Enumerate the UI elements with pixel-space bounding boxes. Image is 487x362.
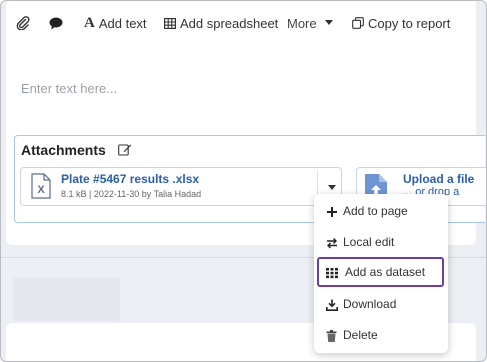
more-dropdown[interactable]: More [287,13,333,33]
more-label: More [287,15,317,31]
comment-icon [49,17,63,30]
file-metadata: 8.1 kB | 2022-11-30 by Talia Hadad [61,189,202,199]
menu-item-delete[interactable]: Delete [314,321,448,349]
copy-to-report-button[interactable]: Copy to report [352,13,450,33]
file-name-link[interactable]: Plate #5467 results .xlsx [61,172,199,186]
add-text-label: Add text [98,15,147,31]
edit-icon[interactable] [118,143,132,161]
menu-item-label: Local edit [343,235,395,249]
attach-button[interactable] [16,13,30,33]
attachment-file-card[interactable]: X Plate #5467 results .xlsx 8.1 kB | 202… [20,167,342,206]
svg-text:X: X [37,184,45,196]
text-icon: A [84,14,95,31]
menu-item-label: Download [343,297,397,311]
menu-item-local-edit[interactable]: Local edit [314,228,448,256]
menu-item-add-to-page[interactable]: Add to page [314,197,448,225]
attachment-context-menu: Add to page Local edit Add as dataset Do… [314,194,448,353]
add-spreadsheet-label: Add spreadsheet [180,15,279,31]
caret-down-icon [324,20,333,26]
menu-item-label: Add as dataset [345,265,426,279]
upload-file-link[interactable]: Upload a file [403,172,474,186]
menu-item-label: Add to page [343,204,408,218]
text-editor-input[interactable]: Enter text here... [21,81,117,96]
table-icon [164,17,176,29]
app-frame: A Add text Add spreadsheet More Copy to [0,0,487,362]
swap-icon [326,237,338,249]
entry-toolbar: A Add text Add spreadsheet More Copy to [6,1,476,43]
comment-button[interactable] [49,13,63,33]
caret-down-icon [328,178,336,196]
menu-item-add-as-dataset[interactable]: Add as dataset [317,257,444,287]
download-icon [326,299,338,311]
copy-icon [352,17,364,29]
plus-icon [326,206,338,218]
add-spreadsheet-button[interactable]: Add spreadsheet [164,13,278,33]
menu-item-download[interactable]: Download [314,290,448,318]
menu-item-label: Delete [343,328,378,342]
placeholder-block [13,277,120,321]
grid-icon [326,267,338,279]
attachments-title: Attachments [21,142,106,158]
paperclip-icon [16,16,30,30]
copy-to-report-label: Copy to report [368,15,451,31]
add-text-button[interactable]: A Add text [84,13,147,33]
excel-file-icon: X [31,173,51,204]
trash-icon [326,330,338,342]
